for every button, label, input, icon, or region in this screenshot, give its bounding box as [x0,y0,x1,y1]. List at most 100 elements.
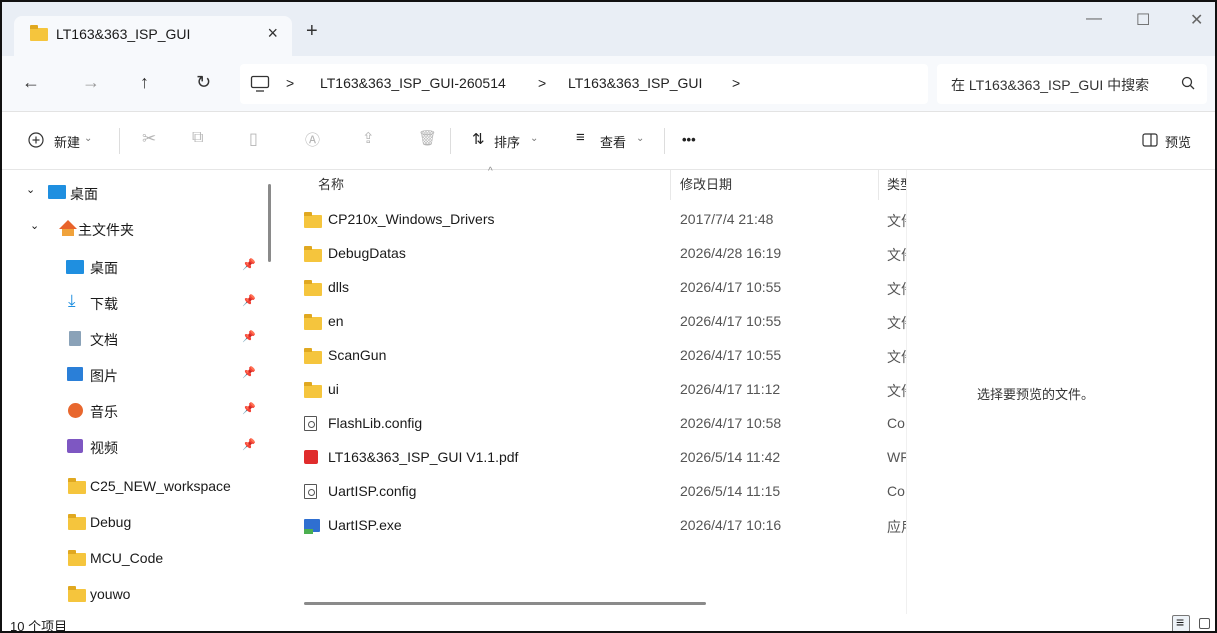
sidebar-item-videos[interactable]: 视频 📌 [2,428,262,464]
breadcrumb-item[interactable]: LT163&363_ISP_GUI-260514 [320,75,506,91]
table-row[interactable]: UartISP.config 2026/5/14 11:15 Co [284,474,906,508]
file-type: 文件夹 [887,247,906,263]
divider [119,128,120,154]
search-icon [1181,76,1195,90]
command-bar: 新建 ⌄ ✂ ⧉ ▯ Ⓐ ⇪ 🗑 ⇅ 排序 ⌄ ≡ 查看 ⌄ ••• 预览 [2,112,1215,170]
chevron-down-icon: ⌄ [26,184,36,196]
preview-pane-icon [1142,133,1158,147]
folder-icon [304,246,322,262]
folder-icon [30,25,48,41]
tiles-view-button[interactable] [1196,615,1214,631]
new-tab-icon[interactable]: + [306,20,318,43]
breadcrumb-item[interactable]: LT163&363_ISP_GUI [568,75,702,91]
paste-icon[interactable]: ▯ [249,129,258,149]
table-row[interactable]: LT163&363_ISP_GUI V1.1.pdf 2026/5/14 11:… [284,440,906,474]
table-row[interactable]: CP210x_Windows_Drivers 2017/7/4 21:48 文件… [284,202,906,236]
pin-icon: 📌 [242,331,256,343]
delete-icon[interactable]: 🗑 [418,129,437,147]
cut-icon[interactable]: ✂ [142,129,156,149]
file-date: 2026/5/14 11:42 [680,449,781,465]
divider [664,128,665,154]
this-pc-icon [250,75,270,92]
view-button[interactable]: ≡ 查看 ⌄ [572,112,662,170]
minimize-icon[interactable]: — [1086,10,1102,28]
table-row[interactable]: en 2026/4/17 10:55 文件夹 [284,304,906,338]
download-icon: ⤓ [68,291,76,310]
table-row[interactable]: ScanGun 2026/4/17 10:55 文件夹 [284,338,906,372]
column-header-type[interactable]: 类型 [887,174,906,193]
sidebar-item-label: 下载 [90,296,118,312]
horizontal-scrollbar[interactable] [304,602,706,605]
sidebar-item-label: youwo [90,586,131,602]
maximize-icon[interactable]: ☐ [1136,10,1150,30]
sidebar-item-music[interactable]: 音乐 📌 [2,392,262,428]
view-icon: ≡ [576,129,585,146]
navigation-pane: ⌄ 桌面 ⌄ 主文件夹 桌面 📌 ⤓ 下载 📌 文档 📌 图片 📌 音乐 📌 视… [2,170,274,614]
close-tab-icon[interactable]: × [267,23,278,44]
file-type: Co [887,415,905,431]
sidebar-item-youwo[interactable]: youwo [2,576,262,612]
details-view-button[interactable]: ≡ [1172,614,1190,631]
preview-pane-button[interactable]: 预览 [1138,112,1208,170]
rename-icon[interactable]: Ⓐ [305,129,320,150]
address-bar[interactable]: > LT163&363_ISP_GUI-260514 > LT163&363_I… [240,64,928,104]
folder-icon [304,382,322,398]
breadcrumb-separator[interactable]: > [732,75,740,91]
file-name: FlashLib.config [328,415,423,431]
file-name: LT163&363_ISP_GUI V1.1.pdf [328,449,519,465]
sidebar-item-desktop[interactable]: 桌面 📌 [2,248,262,284]
title-bar: LT163&363_ISP_GUI × + — ☐ ✕ [2,2,1215,56]
sort-button[interactable]: ⇅ 排序 ⌄ [468,112,558,170]
status-bar: 10 个项目 ≡ [2,614,1215,631]
file-name: UartISP.config [328,483,417,499]
file-type: 文件夹 [887,349,906,365]
sidebar-item-label: C25_NEW_workspace [90,478,231,494]
copy-icon[interactable]: ⧉ [192,129,203,147]
sidebar-item-c25-new-workspace[interactable]: C25_NEW_workspace [2,468,262,504]
sidebar-item-label: Debug [90,514,132,530]
column-header-name[interactable]: 名称 [318,174,344,193]
column-header-date[interactable]: 修改日期 [680,174,732,193]
column-divider[interactable] [670,170,671,200]
sidebar-item-label: 视频 [90,440,118,456]
share-icon[interactable]: ⇪ [362,129,375,147]
refresh-icon[interactable]: ↻ [196,72,211,93]
sidebar-item-home[interactable]: ⌄ 主文件夹 [2,210,262,246]
breadcrumb-separator[interactable]: > [286,75,294,91]
column-divider[interactable] [878,170,879,200]
back-icon[interactable]: ← [22,72,40,93]
forward-icon[interactable]: → [82,72,100,93]
search-input[interactable]: 在 LT163&363_ISP_GUI 中搜索 [937,64,1207,104]
preview-message: 选择要预览的文件。 [977,387,1095,402]
sidebar-item-label: 图片 [90,368,118,384]
folder-icon [304,314,322,330]
sidebar-item-mcu-code[interactable]: MCU_Code [2,540,262,576]
sidebar-scrollbar[interactable] [268,184,271,262]
file-type: 应用 [887,519,906,535]
file-date: 2026/4/17 10:55 [680,279,782,295]
chevron-down-icon: ⌄ [84,133,93,144]
sidebar-item-desktop-root[interactable]: ⌄ 桌面 [2,174,262,210]
sidebar-item-debug[interactable]: Debug [2,504,262,540]
table-row[interactable]: ui 2026/4/17 11:12 文件夹 [284,372,906,406]
sidebar-item-label: 主文件夹 [78,222,134,238]
table-row[interactable]: dlls 2026/4/17 10:55 文件夹 [284,270,906,304]
table-row[interactable]: DebugDatas 2026/4/28 16:19 文件夹 [284,236,906,270]
folder-icon [68,550,86,566]
file-name: CP210x_Windows_Drivers [328,211,495,227]
tiles-view-icon [1199,618,1210,629]
up-icon[interactable]: ↑ [140,72,149,93]
file-type: 文件夹 [887,383,906,399]
desktop-icon [48,185,66,199]
sidebar-item-downloads[interactable]: ⤓ 下载 📌 [2,284,262,320]
breadcrumb-separator[interactable]: > [538,75,546,91]
close-window-icon[interactable]: ✕ [1190,10,1203,30]
sidebar-item-documents[interactable]: 文档 📌 [2,320,262,356]
table-row[interactable]: UartISP.exe 2026/4/17 10:16 应用 [284,508,906,542]
sidebar-item-pictures[interactable]: 图片 📌 [2,356,262,392]
tab-current-folder[interactable]: LT163&363_ISP_GUI × [14,16,292,56]
table-row[interactable]: FlashLib.config 2026/4/17 10:58 Co [284,406,906,440]
more-options-icon[interactable]: ••• [682,132,696,147]
file-type: 文件夹 [887,281,906,297]
new-button[interactable]: 新建 ⌄ [20,112,112,170]
